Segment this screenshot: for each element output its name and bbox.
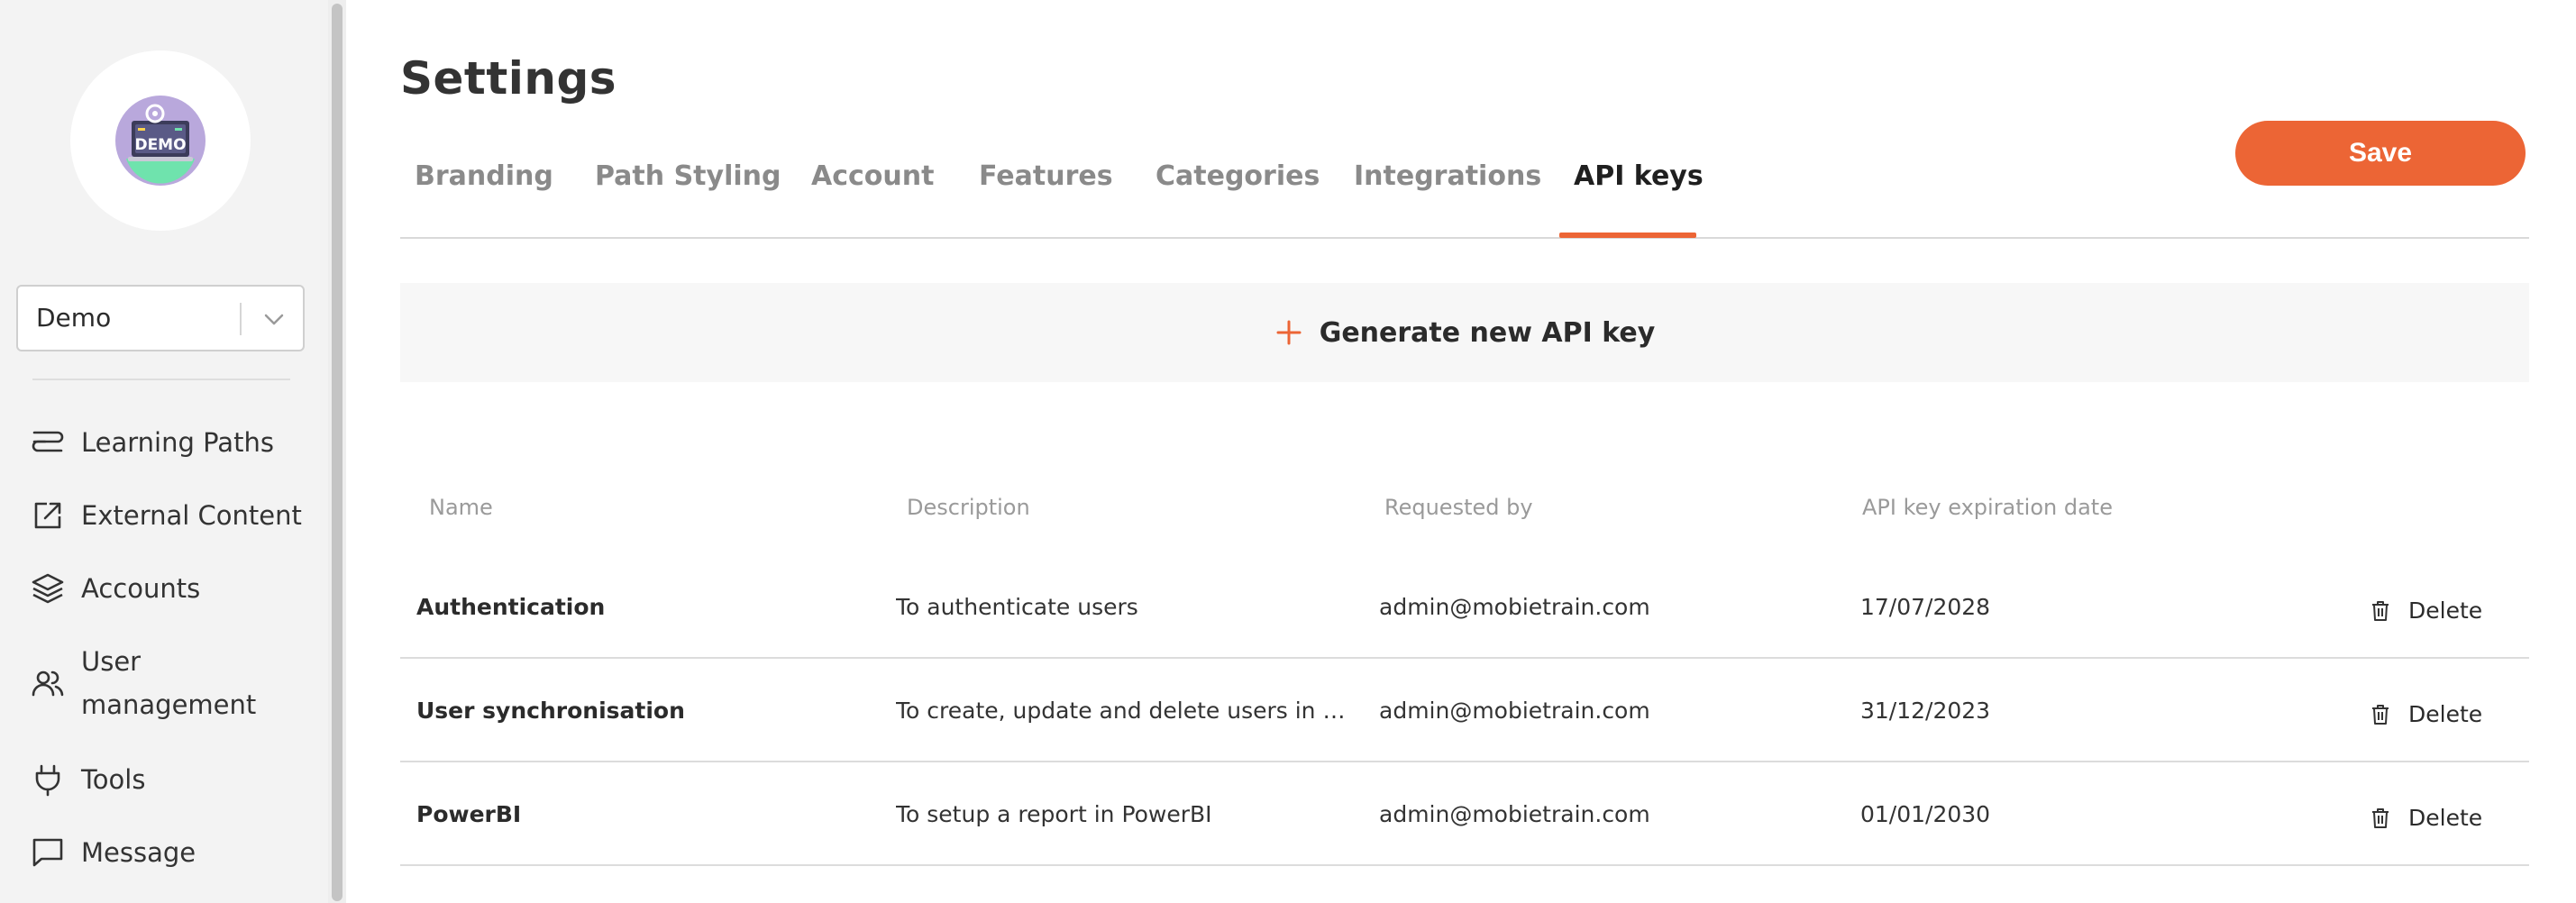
- sidebar-item-label-line2: management: [81, 689, 257, 720]
- api-key-requested-by: admin@mobietrain.com: [1379, 698, 1650, 724]
- sidebar-item-external-content[interactable]: External Content: [29, 494, 317, 537]
- sidebar-item-user-management[interactable]: User management: [29, 640, 317, 726]
- tab-path-styling[interactable]: Path Styling: [595, 160, 781, 192]
- chevron-down-icon[interactable]: [260, 305, 288, 333]
- table-row: PowerBI To setup a report in PowerBI adm…: [400, 762, 2529, 866]
- tab-api-keys[interactable]: API keys: [1574, 160, 1704, 192]
- api-key-requested-by: admin@mobietrain.com: [1379, 594, 1650, 620]
- table-row: User synchronisation To create, update a…: [400, 659, 2529, 762]
- generate-api-key-label: Generate new API key: [1319, 316, 1656, 349]
- api-key-description: To authenticate users: [896, 594, 1138, 620]
- api-key-expiration: 01/01/2030: [1860, 801, 1991, 827]
- api-key-expiration: 17/07/2028: [1860, 594, 1991, 620]
- delete-button[interactable]: Delete: [2369, 762, 2482, 866]
- save-button[interactable]: Save: [2235, 121, 2526, 186]
- sidebar-scrollbar-thumb[interactable]: [332, 4, 343, 901]
- active-tab-indicator: [1559, 233, 1696, 238]
- workspace-select[interactable]: Demo: [16, 285, 305, 351]
- sidebar-divider: [32, 379, 290, 380]
- plus-icon: [1276, 320, 1302, 345]
- api-key-name: PowerBI: [416, 801, 522, 827]
- select-separator: [240, 303, 242, 335]
- page-title: Settings: [400, 52, 617, 105]
- layers-icon: [32, 573, 64, 604]
- sidebar-item-message[interactable]: Message: [29, 831, 317, 874]
- tab-features[interactable]: Features: [979, 160, 1113, 192]
- api-key-description: To setup a report in PowerBI: [896, 801, 1212, 827]
- sidebar-item-label: Accounts: [81, 573, 201, 604]
- sidebar-item-label: Learning Paths: [81, 427, 274, 458]
- column-header-requested-by: Requested by: [1384, 495, 1533, 520]
- api-key-expiration: 31/12/2023: [1860, 698, 1991, 724]
- api-key-name: User synchronisation: [416, 698, 685, 724]
- tab-categories[interactable]: Categories: [1156, 160, 1320, 192]
- delete-label: Delete: [2408, 805, 2483, 831]
- sidebar-item-label: External Content: [81, 500, 302, 531]
- api-key-description: To create, update and delete users in Mo…: [896, 698, 1359, 724]
- message-icon: [32, 838, 63, 867]
- api-key-requested-by: admin@mobietrain.com: [1379, 801, 1650, 827]
- external-link-icon: [34, 502, 61, 529]
- column-header-name: Name: [429, 495, 493, 520]
- svg-text:DEMO: DEMO: [134, 136, 186, 154]
- trash-icon: [2372, 600, 2389, 621]
- column-header-expiration: API key expiration date: [1862, 495, 2113, 520]
- delete-label: Delete: [2408, 701, 2483, 727]
- users-icon: [32, 670, 64, 697]
- delete-label: Delete: [2408, 597, 2483, 624]
- trash-icon: [2372, 704, 2389, 725]
- tab-account[interactable]: Account: [811, 160, 934, 192]
- sidebar-item-tools[interactable]: Tools: [29, 758, 317, 801]
- sidebar: DEMO Demo Learning Paths External Conten…: [0, 0, 328, 903]
- table-row: Authentication To authenticate users adm…: [400, 555, 2529, 659]
- sidebar-item-label: Message: [81, 837, 196, 868]
- generate-api-key-button[interactable]: Generate new API key: [400, 283, 2529, 382]
- demo-logo-icon: DEMO: [115, 96, 206, 186]
- sidebar-item-label: User management: [81, 640, 256, 726]
- delete-button[interactable]: Delete: [2369, 555, 2482, 659]
- tab-branding[interactable]: Branding: [415, 160, 553, 192]
- api-key-name: Authentication: [416, 594, 606, 620]
- learning-paths-icon: [32, 431, 64, 452]
- sidebar-item-label-line1: User: [81, 646, 142, 677]
- workspace-select-value: Demo: [36, 303, 112, 333]
- tabs-divider: [400, 237, 2529, 239]
- tab-integrations[interactable]: Integrations: [1354, 160, 1541, 192]
- sidebar-item-label: Tools: [81, 764, 146, 795]
- delete-button[interactable]: Delete: [2369, 659, 2482, 762]
- plug-icon: [35, 764, 60, 797]
- sidebar-item-learning-paths[interactable]: Learning Paths: [29, 421, 317, 464]
- workspace-logo: DEMO: [70, 50, 251, 231]
- trash-icon: [2372, 807, 2389, 828]
- sidebar-item-accounts[interactable]: Accounts: [29, 567, 317, 610]
- column-header-description: Description: [907, 495, 1030, 520]
